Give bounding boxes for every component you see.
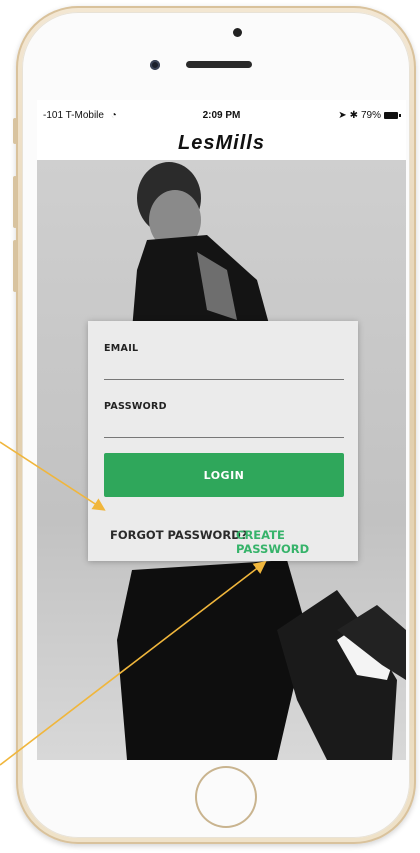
login-card: EMAIL PASSWORD LOGIN FORGOT PASSWORD? CR…: [88, 321, 358, 561]
status-right: ➤ ✱ 79%: [338, 110, 401, 121]
volume-down-button: [13, 240, 17, 292]
battery-percent: 79%: [360, 110, 381, 121]
login-button[interactable]: LOGIN: [104, 453, 344, 497]
earpiece-speaker: [186, 61, 252, 68]
mute-switch: [13, 118, 17, 144]
bluetooth-icon: ✱: [349, 110, 358, 121]
lesmills-logo: LesMills: [178, 132, 265, 154]
password-label: PASSWORD: [104, 401, 167, 412]
location-icon: ➤: [338, 110, 347, 121]
front-camera: [150, 60, 160, 70]
create-password-link[interactable]: CREATE PASSWORD: [236, 528, 358, 556]
app-screen: -101 T-Mobile ◔ 2:09 PM ➤ ✱ 79% LesMills…: [37, 100, 406, 760]
email-field[interactable]: [104, 359, 344, 380]
battery-icon: [384, 112, 401, 119]
forgot-password-link[interactable]: FORGOT PASSWORD?: [110, 528, 247, 542]
volume-up-button: [13, 176, 17, 228]
home-button[interactable]: [195, 766, 257, 828]
status-bar: -101 T-Mobile ◔ 2:09 PM ➤ ✱ 79%: [37, 100, 406, 128]
proximity-sensor: [233, 28, 242, 37]
email-label: EMAIL: [104, 343, 139, 354]
password-field[interactable]: [104, 417, 344, 438]
